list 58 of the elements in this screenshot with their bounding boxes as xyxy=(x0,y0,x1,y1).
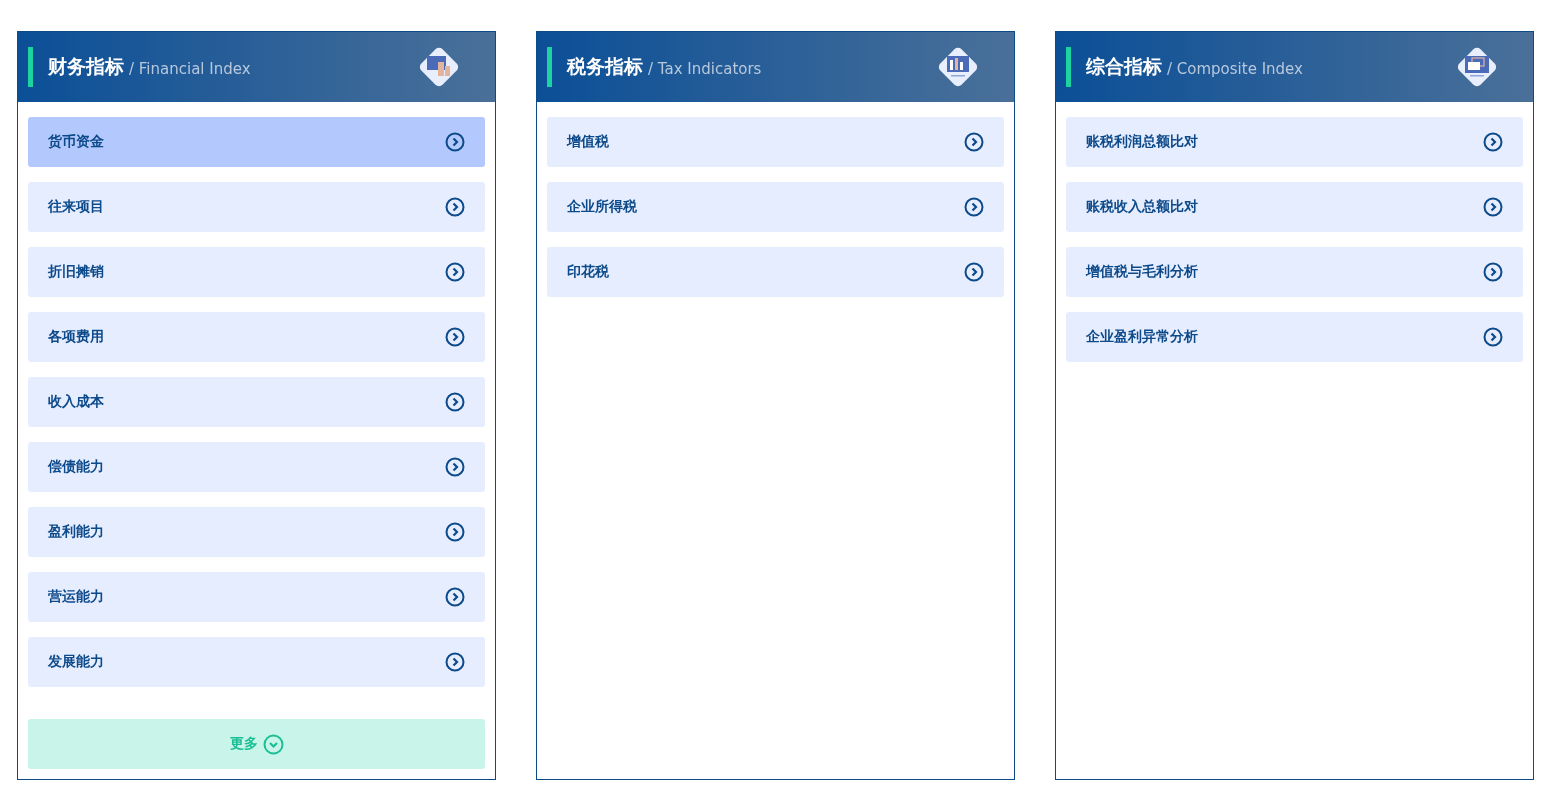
chevron-circle-icon xyxy=(1483,262,1503,282)
item-label: 偿债能力 xyxy=(48,458,104,476)
item-label: 账税利润总额比对 xyxy=(1086,133,1198,151)
index-item[interactable]: 账税收入总额比对 xyxy=(1066,182,1523,232)
chevron-circle-icon xyxy=(445,522,465,542)
item-label: 各项费用 xyxy=(48,328,104,346)
chevron-circle-icon xyxy=(445,652,465,672)
index-item[interactable]: 往来项目 xyxy=(28,182,485,232)
item-label: 账税收入总额比对 xyxy=(1086,198,1198,216)
item-label: 印花税 xyxy=(567,263,609,281)
chevron-circle-icon xyxy=(964,132,984,152)
accent-bar xyxy=(28,47,33,87)
chevron-circle-icon xyxy=(445,327,465,347)
chevron-circle-icon xyxy=(964,262,984,282)
index-item[interactable]: 货币资金 xyxy=(28,117,485,167)
index-item[interactable]: 盈利能力 xyxy=(28,507,485,557)
panel-subtitle: / Financial Index xyxy=(129,59,251,78)
item-label: 企业所得税 xyxy=(567,198,637,216)
item-label: 企业盈利异常分析 xyxy=(1086,328,1198,346)
chevron-circle-icon xyxy=(1483,132,1503,152)
item-label: 增值税与毛利分析 xyxy=(1086,263,1198,281)
item-label: 货币资金 xyxy=(48,133,104,151)
chevron-circle-icon xyxy=(964,197,984,217)
index-item[interactable]: 增值税 xyxy=(547,117,1004,167)
index-item[interactable]: 增值税与毛利分析 xyxy=(1066,247,1523,297)
chevron-circle-icon xyxy=(445,457,465,477)
chevron-circle-icon xyxy=(445,262,465,282)
panel-title: 税务指标 xyxy=(567,54,643,79)
panel-subtitle: / Composite Index xyxy=(1167,59,1303,78)
chevron-circle-icon xyxy=(445,197,465,217)
index-item[interactable]: 账税利润总额比对 xyxy=(1066,117,1523,167)
chevron-circle-icon xyxy=(1483,327,1503,347)
item-label: 折旧摊销 xyxy=(48,263,104,281)
item-label: 盈利能力 xyxy=(48,523,104,541)
item-label: 增值税 xyxy=(567,133,609,151)
index-item[interactable]: 发展能力 xyxy=(28,637,485,687)
index-item[interactable]: 印花税 xyxy=(547,247,1004,297)
chevron-circle-icon xyxy=(445,392,465,412)
index-item[interactable]: 收入成本 xyxy=(28,377,485,427)
accent-bar xyxy=(547,47,552,87)
item-label: 往来项目 xyxy=(48,198,104,216)
index-item[interactable]: 营运能力 xyxy=(28,572,485,622)
index-item[interactable]: 偿债能力 xyxy=(28,442,485,492)
panel-title: 综合指标 xyxy=(1086,54,1162,79)
item-label: 收入成本 xyxy=(48,393,104,411)
chevron-circle-icon xyxy=(445,132,465,152)
panel-title: 财务指标 xyxy=(48,54,124,79)
chevron-down-circle-icon xyxy=(262,733,284,755)
item-label: 发展能力 xyxy=(48,653,104,671)
chevron-circle-icon xyxy=(445,587,465,607)
index-item[interactable]: 各项费用 xyxy=(28,312,485,362)
index-item[interactable]: 企业所得税 xyxy=(547,182,1004,232)
index-item[interactable]: 折旧摊销 xyxy=(28,247,485,297)
item-label: 营运能力 xyxy=(48,588,104,606)
accent-bar xyxy=(1066,47,1071,87)
chevron-circle-icon xyxy=(1483,197,1503,217)
index-item[interactable]: 企业盈利异常分析 xyxy=(1066,312,1523,362)
panel-subtitle: / Tax Indicators xyxy=(648,59,762,78)
